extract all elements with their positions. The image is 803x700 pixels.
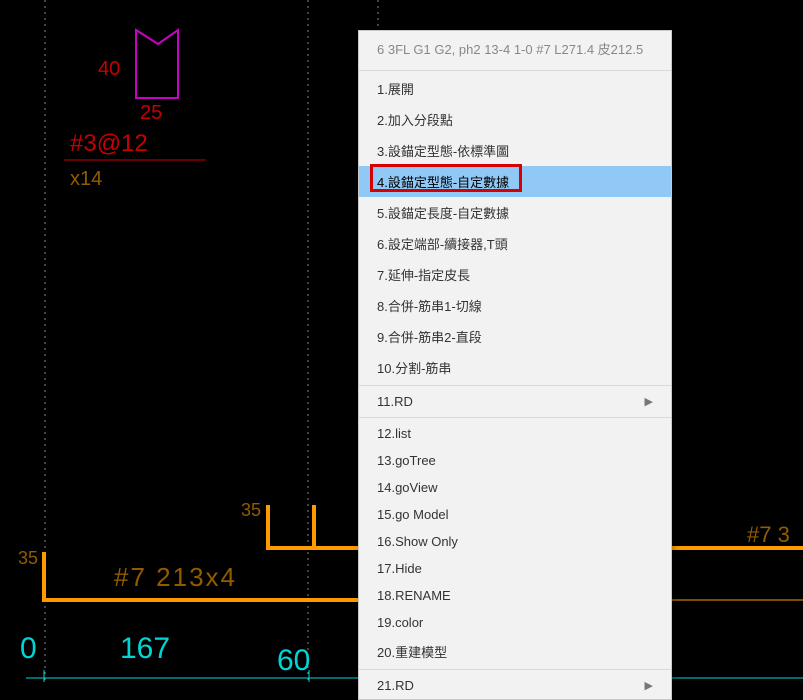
menu-item-9[interactable]: 9.合併-筋串2-直段 [359, 321, 671, 352]
menu-item-12[interactable]: 12.list [359, 420, 671, 447]
menu-item-3[interactable]: 3.設錨定型態-依標準圖 [359, 135, 671, 166]
menu-item-label: 13.goTree [377, 453, 436, 468]
menu-separator [359, 669, 671, 670]
marker-60: 60 [277, 644, 310, 678]
menu-item-label: 16.Show Only [377, 534, 458, 549]
rebar-spec-2: #7 213x4 [114, 562, 237, 593]
menu-item-5[interactable]: 5.設錨定長度-自定數據 [359, 197, 671, 228]
menu-item-label: 12.list [377, 426, 411, 441]
menu-item-label: 18.RENAME [377, 588, 451, 603]
menu-item-11[interactable]: 11.RD ▶ [359, 388, 671, 415]
menu-item-1[interactable]: 1.展開 [359, 73, 671, 104]
menu-item-17[interactable]: 17.Hide [359, 555, 671, 582]
menu-item-8[interactable]: 8.合併-筋串1-切線 [359, 290, 671, 321]
rebar-spec-1: #3@12 [70, 130, 148, 158]
menu-item-label: 10.分割-筋串 [377, 358, 451, 377]
menu-item-10[interactable]: 10.分割-筋串 [359, 352, 671, 383]
menu-item-2[interactable]: 2.加入分段點 [359, 104, 671, 135]
dim-35b: 35 [18, 548, 38, 569]
menu-separator [359, 70, 671, 71]
menu-item-16[interactable]: 16.Show Only [359, 528, 671, 555]
marker-167: 167 [120, 632, 170, 666]
dim-35a: 35 [241, 500, 261, 521]
menu-item-7[interactable]: 7.延伸-指定皮長 [359, 259, 671, 290]
menu-separator [359, 417, 671, 418]
menu-item-label: 9.合併-筋串2-直段 [377, 327, 482, 346]
menu-item-label: 21.RD [377, 678, 414, 693]
dim-25: 25 [140, 102, 162, 125]
marker-0: 0 [20, 632, 37, 666]
menu-item-4[interactable]: 4.設錨定型態-自定數據 [359, 166, 671, 197]
rebar-spec-3: #7 3 [747, 522, 790, 548]
menu-item-label: 20.重建模型 [377, 642, 447, 661]
context-menu: 6 3FL G1 G2, ph2 13-4 1-0 #7 L271.4 皮212… [358, 30, 672, 700]
menu-title: 6 3FL G1 G2, ph2 13-4 1-0 #7 L271.4 皮212… [359, 31, 671, 68]
menu-item-label: 3.設錨定型態-依標準圖 [377, 141, 509, 160]
menu-item-19[interactable]: 19.color [359, 609, 671, 636]
chevron-right-icon: ▶ [645, 679, 653, 692]
menu-item-label: 17.Hide [377, 561, 422, 576]
menu-item-label: 6.設定端部-續接器,T頭 [377, 234, 508, 253]
menu-separator [359, 385, 671, 386]
dim-40: 40 [98, 58, 120, 81]
menu-item-13[interactable]: 13.goTree [359, 447, 671, 474]
menu-item-label: 19.color [377, 615, 423, 630]
menu-item-14[interactable]: 14.goView [359, 474, 671, 501]
menu-item-label: 11.RD [377, 394, 413, 409]
menu-item-15[interactable]: 15.go Model [359, 501, 671, 528]
menu-item-6[interactable]: 6.設定端部-續接器,T頭 [359, 228, 671, 259]
menu-item-label: 1.展開 [377, 79, 414, 98]
menu-item-21[interactable]: 21.RD ▶ [359, 672, 671, 699]
menu-item-label: 8.合併-筋串1-切線 [377, 296, 482, 315]
menu-item-label: 7.延伸-指定皮長 [377, 265, 470, 284]
menu-item-label: 4.設錨定型態-自定數據 [377, 172, 509, 191]
menu-item-label: 5.設錨定長度-自定數據 [377, 203, 509, 222]
menu-item-label: 2.加入分段點 [377, 110, 453, 129]
menu-item-label: 15.go Model [377, 507, 449, 522]
menu-item-20[interactable]: 20.重建模型 [359, 636, 671, 667]
chevron-right-icon: ▶ [645, 395, 653, 408]
label-x14: x14 [70, 168, 102, 191]
menu-item-18[interactable]: 18.RENAME [359, 582, 671, 609]
menu-item-label: 14.goView [377, 480, 437, 495]
